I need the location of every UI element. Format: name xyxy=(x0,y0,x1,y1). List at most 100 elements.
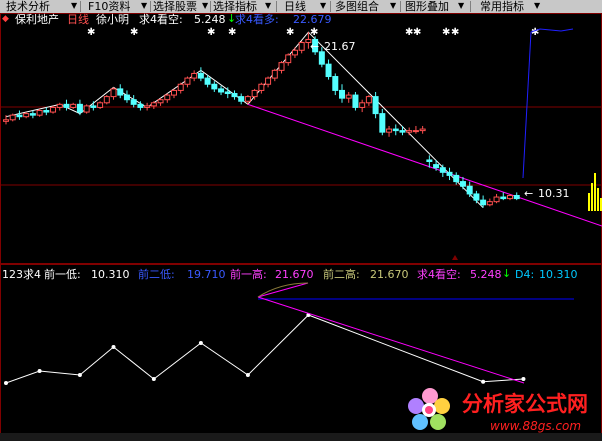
high1-label: 前一高: xyxy=(230,268,267,281)
volume-bar xyxy=(591,183,593,211)
watermark-title: 分析家公式网 xyxy=(462,392,588,416)
candle-up xyxy=(365,96,372,104)
toolbar: 技术分析 ▼ F10资料 ▼ 选择股票 ▼ 选择指标 ▼ 日线 ▼ 多图组合 ▼… xyxy=(0,0,602,14)
bull-label: 求4看多: xyxy=(235,13,279,26)
candle-down xyxy=(43,110,50,113)
candle-up xyxy=(144,105,151,108)
candle-down xyxy=(513,194,520,200)
candle-up xyxy=(23,113,30,118)
candle-up xyxy=(70,103,77,108)
candle-down xyxy=(130,99,137,105)
candle-up xyxy=(298,42,305,51)
candle-up xyxy=(386,128,393,133)
lower-bear-label: 求4看空: xyxy=(417,268,461,281)
candle-up xyxy=(9,114,16,121)
candle-up xyxy=(103,96,110,104)
candle-down xyxy=(379,113,386,133)
candle-up xyxy=(251,89,258,98)
candle-up xyxy=(157,99,164,104)
star-marker-icon: ✱ xyxy=(286,27,294,38)
star-marker-icon: ✱ xyxy=(207,27,215,38)
overlay-button[interactable]: 图形叠加 xyxy=(405,0,449,13)
star-marker-icon: ✱ xyxy=(228,27,236,38)
candle-down xyxy=(231,93,238,98)
indicator-name: 徐小明 xyxy=(96,13,129,26)
lower-point xyxy=(37,369,42,373)
price-panel-frame xyxy=(0,13,602,264)
high-marker-icon: ← xyxy=(310,40,320,53)
star-marker-icon: ✱ xyxy=(130,27,138,38)
lower-indicator-name: 123求4 xyxy=(2,268,41,281)
split-marker xyxy=(452,255,458,260)
candle-up xyxy=(164,94,171,101)
candle-up xyxy=(258,83,265,91)
lower-points xyxy=(4,313,526,385)
candle-down xyxy=(446,171,453,176)
candle-down xyxy=(433,164,440,169)
lower-point xyxy=(521,377,526,381)
candle-down xyxy=(480,199,487,206)
dropdown-arrow-icon[interactable]: ▼ xyxy=(141,1,147,10)
candle-down xyxy=(211,83,218,90)
volume-bar xyxy=(594,173,596,211)
candle-up xyxy=(83,105,90,113)
site-watermark: 分析家公式网 www.88gs.com xyxy=(408,388,588,433)
candle-up xyxy=(419,128,426,132)
dropdown-arrow-icon[interactable]: ▼ xyxy=(534,1,540,10)
lower-point xyxy=(151,377,156,381)
dropdown-arrow-icon[interactable]: ▼ xyxy=(320,1,326,10)
candle-up xyxy=(110,88,117,98)
candle-up xyxy=(359,102,366,108)
candle-down xyxy=(63,103,70,108)
candle-down xyxy=(318,51,325,65)
select-stock-button[interactable]: 选择股票 xyxy=(153,0,197,13)
stock-name: 保利地产 xyxy=(15,13,59,26)
tech-analysis-button[interactable]: 技术分析 xyxy=(6,0,50,13)
candle-down xyxy=(76,103,83,113)
bear-label: 求4看空: xyxy=(139,13,183,26)
candle-up xyxy=(291,49,298,56)
support-trendline xyxy=(247,103,602,227)
star-marker-icon: ✱ xyxy=(310,27,318,38)
chart-canvas[interactable]: ✱ ✱ ✱ ✱ ✱ ✱ ✱ ✱ ✱ ✱ ✱ xyxy=(0,13,602,441)
dropdown-arrow-icon[interactable]: ▼ xyxy=(458,1,464,10)
bottom-tab-strip[interactable] xyxy=(0,433,602,441)
lower-point xyxy=(4,381,8,385)
star-marker-icon: ✱ xyxy=(451,27,459,38)
f10-button[interactable]: F10资料 xyxy=(88,0,130,13)
candle-down xyxy=(372,96,379,115)
lower-magenta-trend xyxy=(257,296,525,384)
common-indicator-button[interactable]: 常用指标 xyxy=(480,0,524,13)
candle-up xyxy=(191,72,198,79)
yellow-volume-bars xyxy=(588,173,602,211)
dropdown-arrow-icon[interactable]: ▼ xyxy=(202,1,208,10)
candle-down xyxy=(29,113,36,116)
dropdown-arrow-icon[interactable]: ▼ xyxy=(71,1,77,10)
dropdown-arrow-icon[interactable]: ▼ xyxy=(390,1,396,10)
price-grid xyxy=(1,106,601,186)
candle-up xyxy=(412,130,419,133)
candle-up xyxy=(150,102,157,107)
bull-value: 22.679 xyxy=(293,13,332,26)
candle-up xyxy=(97,102,104,108)
candle-up xyxy=(406,130,413,133)
lower-zigzag-line xyxy=(5,314,524,384)
multi-chart-button[interactable]: 多图组合 xyxy=(335,0,379,13)
candle-up xyxy=(171,89,177,96)
candle-down xyxy=(352,94,359,108)
flower-logo-icon xyxy=(408,388,450,430)
star-marker-icon: ✱ xyxy=(413,27,421,38)
period-button[interactable]: 日线 xyxy=(284,0,306,13)
low-marker-icon: ← xyxy=(524,187,534,200)
low2-label: 前二低: xyxy=(138,268,175,281)
candle-down xyxy=(238,96,245,102)
candle-down xyxy=(473,193,480,201)
zigzag-line xyxy=(5,31,484,209)
candle-down xyxy=(16,114,23,118)
lower-bear-value: 5.248 xyxy=(470,268,502,281)
candle-up xyxy=(486,201,493,206)
lower-down-arrow-icon: ↓ xyxy=(502,267,512,280)
candle-up xyxy=(285,54,292,64)
dropdown-arrow-icon[interactable]: ▼ xyxy=(265,1,271,10)
menu-diamond-icon[interactable]: ◆ xyxy=(2,13,9,26)
